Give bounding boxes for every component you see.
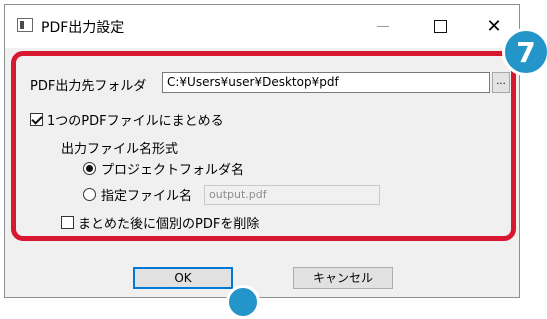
minimize-button[interactable] [360,5,406,48]
step-number-badge: 7 [502,28,547,76]
close-icon: ✕ [486,15,502,37]
ok-button[interactable]: OK [133,267,233,289]
step-badge-partial [226,285,260,319]
maximize-button[interactable] [417,5,463,48]
cancel-button[interactable]: キャンセル [293,267,393,289]
maximize-icon [433,20,447,33]
title-bar: PDF出力設定 ✕ [5,5,519,48]
minimize-icon [377,26,389,27]
app-icon [17,18,33,32]
highlight-frame [11,51,516,241]
window-title: PDF出力設定 [41,20,125,36]
